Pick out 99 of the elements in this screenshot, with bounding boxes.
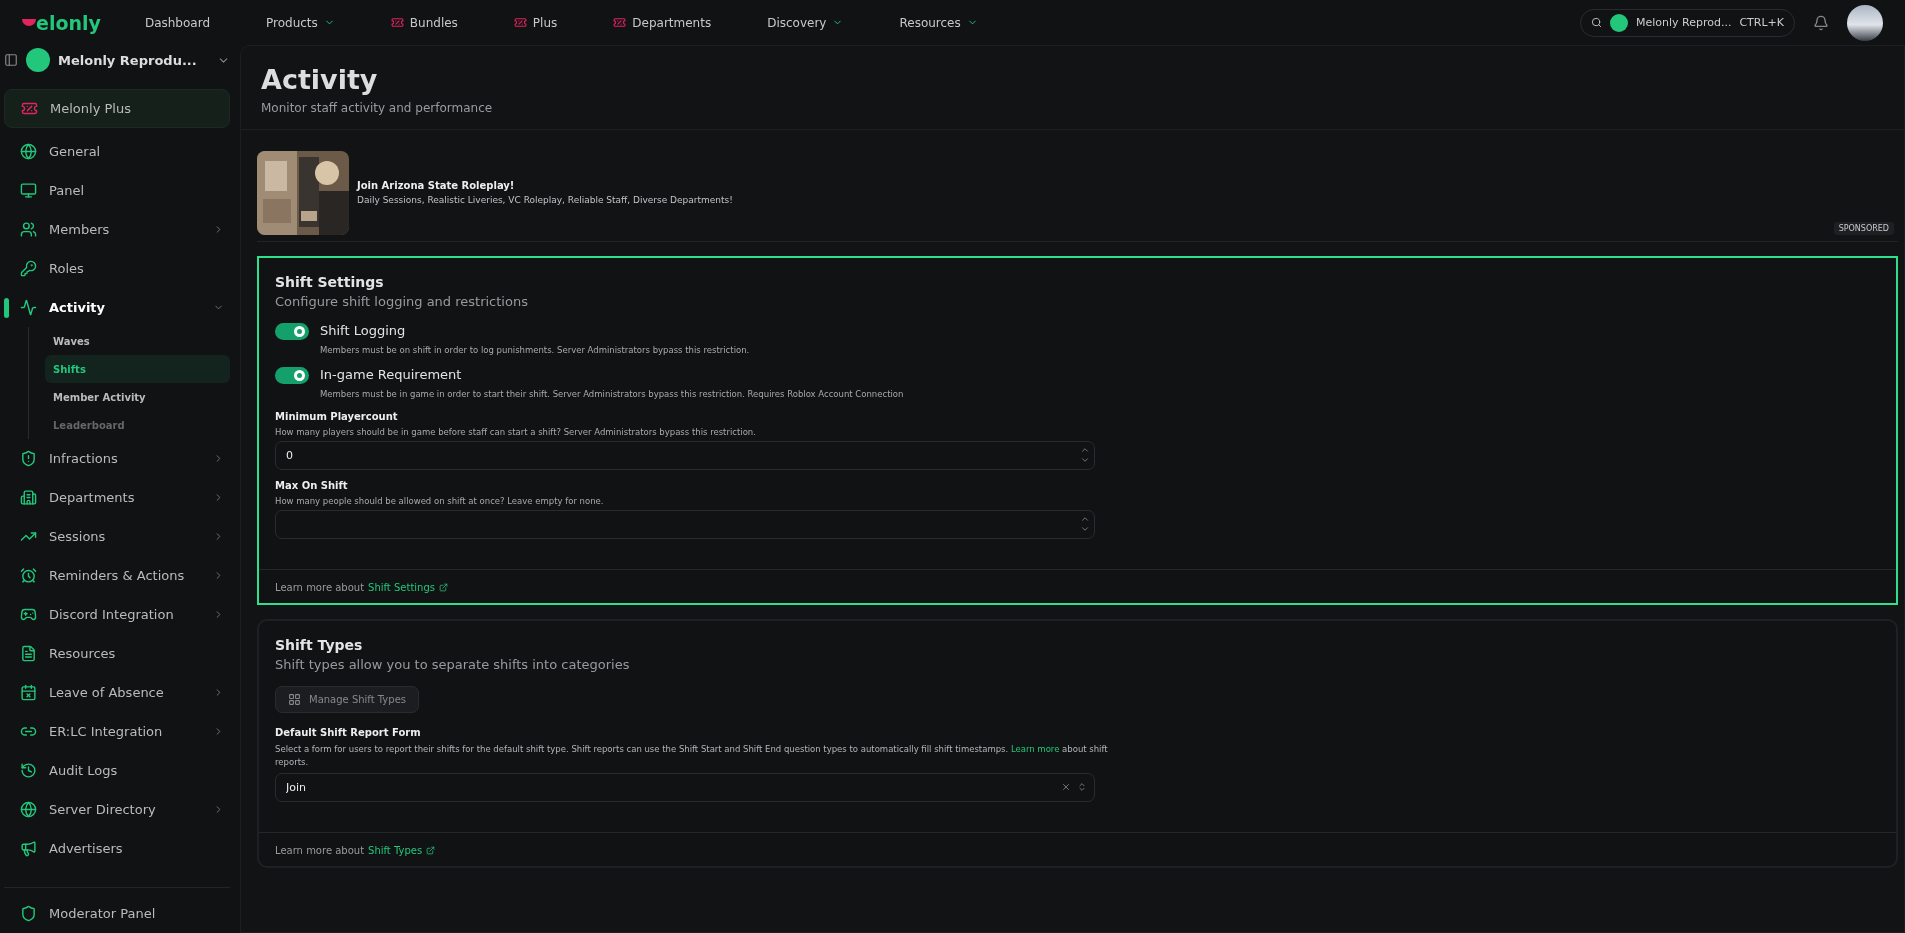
sidebar-item[interactable]: Roles [4,249,230,288]
search-icon [1590,17,1602,28]
active-indicator [4,298,9,318]
card-title: Shift Types [275,637,364,653]
sidebar-subitem[interactable]: Shifts [45,355,230,383]
nav-link[interactable]: Discovery [767,15,844,30]
field-label: Minimum Playercount [275,411,399,422]
ticket-icon [613,16,627,29]
building-icon [20,489,37,506]
server-name: Melonly Reprodu... [58,52,198,68]
monitor-icon [20,182,37,199]
select-field[interactable]: Join [275,772,1095,802]
number-field[interactable] [275,510,1095,539]
globe-icon [20,143,37,160]
footer-text: Learn more about [275,844,365,856]
users-icon [20,221,37,238]
sidebar-item[interactable]: Panel [4,171,230,210]
card-subtitle: Shift types allow you to separate shifts into categories [275,657,631,672]
nav-link[interactable]: Resources [899,15,978,30]
shield-icon [20,905,37,922]
sidebar-item[interactable]: Reminders & Actions [4,556,230,595]
card-title: Shift Settings [275,274,385,290]
user-avatar[interactable] [1847,4,1883,41]
ticket-icon [390,16,404,29]
sidebar-item[interactable]: Melonly Plus [4,89,230,128]
ticket-icon [513,16,527,29]
server-name: Melonly Reprod... [1635,16,1732,29]
sidebar-item[interactable]: Members [4,210,230,249]
sidebar-item[interactable]: Resources [4,634,230,673]
external-link-icon [426,845,436,855]
sidebar-item[interactable]: Sessions [4,517,230,556]
ad-title: Join Arizona State Roleplay! [357,180,516,191]
increment-icon[interactable] [1080,514,1090,524]
melon-icon [22,19,36,26]
decrement-icon[interactable] [1080,524,1090,534]
docs-link[interactable]: Learn more [1010,743,1060,756]
sidebar-toggle-icon[interactable] [4,53,18,67]
field-label: Max On Shift [275,480,349,491]
shield-alert-icon [20,450,37,467]
bell-icon[interactable] [1813,14,1829,31]
card-subtitle: Configure shift logging and restrictions [275,294,529,309]
external-link-icon [439,583,448,592]
history-icon [20,762,37,779]
sponsored-banner[interactable]: Join Arizona State Roleplay! Daily Sessions, Realistic Liveries, VC Roleplay, Reliable Staff, Diverse Departments! SPONSORED [257,144,1898,242]
sidebar-item[interactable]: Leave of Absence [4,673,230,712]
calendar-icon [20,684,37,701]
toggle-label: Shift Logging [320,323,407,340]
logo-text: elonly [36,11,101,34]
docs-link[interactable]: Shift Settings [368,582,448,593]
nav-link[interactable]: Plus [513,15,558,30]
field-description: How many people should be allowed on shift at once? Leave empty for none. [275,496,605,506]
sponsored-tag: SPONSORED [1833,222,1894,235]
decrement-icon[interactable] [1080,455,1090,465]
field-label: Default Shift Report Form [275,727,422,738]
key-icon [20,260,37,277]
field-description: Select a form for users to report their shifts for the default shift type. Shift reports can use the Shift Start and Shift End question types to automatically fill shift timestamps. Learn more about shift reports. [275,743,1109,769]
toggle-switch[interactable] [275,323,309,340]
sidebar-subitem[interactable]: Waves [45,327,230,355]
sidebar-item[interactable]: Departments [4,478,230,517]
toggle-description: Members must be in game in order to start their shift. Server Administrators bypass this restriction. Requires Roblox Account Connection [320,389,905,399]
page-title: Activity [261,64,379,95]
toggle-description: Members must be on shift in order to log punishments. Server Administrators bypass this restriction. [320,345,751,355]
alarm-clock-icon [20,567,37,584]
sidebar-item[interactable]: ER:LC Integration [4,712,230,751]
grid-icon [288,693,301,706]
ad-text: Daily Sessions, Realistic Liveries, VC Roleplay, Reliable Staff, Diverse Departments! [357,195,733,205]
document-icon [20,645,37,662]
shortcut-hint: CTRL+K [1739,16,1784,29]
toggle-label: In-game Requirement [320,367,463,384]
updown-icon[interactable] [1077,781,1087,792]
server-avatar [26,48,50,72]
sidebar-item[interactable]: Activity [4,288,230,327]
nav-link[interactable]: Products [266,15,335,30]
megaphone-icon [20,840,37,857]
page-subtitle: Monitor staff activity and performance [261,101,494,115]
sidebar-item[interactable]: General [4,132,230,171]
server-avatar [1609,13,1628,32]
clear-icon[interactable] [1061,781,1071,792]
field-description: How many players should be in game before staff can start a shift? Server Administrators bypass this restriction. [275,427,757,437]
sidebar-item[interactable]: Moderator Panel [4,894,230,933]
toggle-switch[interactable] [275,367,309,384]
sidebar-item[interactable]: Advertisers [4,829,230,868]
ticket-icon [21,100,38,117]
nav-link[interactable]: Bundles [390,15,458,30]
globe-icon [20,801,37,818]
sidebar-subitem[interactable]: Member Activity [45,383,230,411]
sidebar-item[interactable]: Server Directory [4,790,230,829]
pulse-icon [20,299,37,316]
number-field[interactable]: 0 [275,441,1095,470]
footer-text: Learn more about [275,582,365,593]
manage-button[interactable]: Manage Shift Types [275,686,419,713]
increment-icon[interactable] [1080,445,1090,455]
nav-link[interactable]: Dashboard [144,15,210,30]
nav-link[interactable]: Departments [613,15,712,30]
gamepad-icon [20,606,37,623]
docs-link[interactable]: Shift Types [368,844,436,856]
sidebar-item[interactable]: Discord Integration [4,595,230,634]
sidebar-item[interactable]: Infractions [4,439,230,478]
sidebar-item[interactable]: Audit Logs [4,751,230,790]
